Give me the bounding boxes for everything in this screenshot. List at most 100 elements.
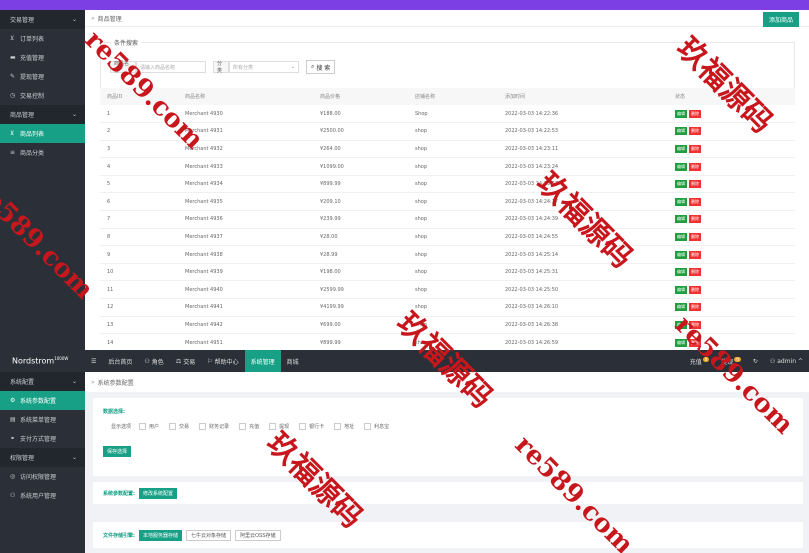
- edit-button[interactable]: 编辑: [675, 303, 687, 312]
- table-cell: ¥1099.00: [313, 157, 408, 176]
- delete-button[interactable]: 删除: [689, 197, 701, 206]
- checkbox[interactable]: [269, 423, 277, 430]
- top-item-5[interactable]: 商品管理 ⌄: [0, 105, 85, 124]
- top-item-4[interactable]: ◷ 交易控制: [0, 86, 85, 105]
- nav-item-4[interactable]: 系统管理: [244, 350, 281, 372]
- display-option[interactable]: 交易: [169, 423, 189, 430]
- table-row: 3 Merchant 4932 ¥264.00 shop 2022-03-03 14:2…: [100, 140, 795, 159]
- checkbox[interactable]: [364, 423, 372, 430]
- edit-button[interactable]: 编辑: [675, 215, 687, 224]
- checkbox[interactable]: [239, 423, 247, 430]
- table-cell: ¥699.00: [313, 316, 408, 335]
- storage-option-button[interactable]: 阿里云OSS存储: [235, 529, 281, 541]
- edit-button[interactable]: 编辑: [675, 127, 687, 136]
- top-item-2[interactable]: ▬ 充值管理: [0, 48, 85, 67]
- save-selection-button[interactable]: 保存选择: [103, 446, 132, 457]
- search-icon: ⌕: [311, 63, 315, 70]
- display-option[interactable]: 充值: [239, 423, 259, 430]
- menu-toggle-icon[interactable]: ☰: [85, 350, 102, 372]
- edit-button[interactable]: 编辑: [675, 320, 687, 329]
- nav-item-2[interactable]: ⚖ 交易: [170, 350, 201, 372]
- refresh-icon[interactable]: ↻: [753, 358, 758, 365]
- edit-button[interactable]: 编辑: [675, 232, 687, 241]
- checkbox[interactable]: [169, 423, 177, 430]
- edit-button[interactable]: 编辑: [675, 162, 687, 171]
- category-select[interactable]: 所有分类 ⌄: [229, 61, 299, 73]
- bottom-item-0[interactable]: 系统配置 ⌄: [0, 372, 85, 391]
- column-header: 商品名称: [178, 88, 313, 105]
- bottom-item-3[interactable]: ⚭ 支付方式管理: [0, 429, 85, 448]
- delete-button[interactable]: 删除: [689, 180, 701, 189]
- top-item-1[interactable]: ⊻ 订单列表: [0, 29, 85, 48]
- chevron-down-icon: ⌄: [71, 16, 77, 23]
- table-cell: 3: [100, 140, 178, 159]
- bottom-item-4[interactable]: 权限管理 ⌄: [0, 448, 85, 467]
- table-cell: 13: [100, 316, 178, 335]
- nav-item-5[interactable]: 商城: [281, 350, 305, 372]
- top-item-3[interactable]: ✎ 提现管理: [0, 67, 85, 86]
- nav-item-0[interactable]: 后台首页: [102, 350, 138, 372]
- checkbox[interactable]: [199, 423, 207, 430]
- name-input[interactable]: 请输入商品名称: [136, 61, 206, 73]
- delete-button[interactable]: 删除: [689, 109, 701, 118]
- edit-button[interactable]: 编辑: [675, 268, 687, 277]
- delete-button[interactable]: 删除: [689, 285, 701, 294]
- edit-button[interactable]: 编辑: [675, 285, 687, 294]
- chevron-down-icon: ⌄: [71, 378, 77, 385]
- sidebar-item-label: 交易管理: [10, 17, 35, 24]
- delete-button[interactable]: 删除: [689, 127, 701, 136]
- storage-option-button[interactable]: 七牛云对象存储: [186, 529, 232, 541]
- display-option[interactable]: 用户: [139, 423, 159, 430]
- display-option[interactable]: 银行卡: [299, 423, 324, 430]
- checkbox[interactable]: [334, 423, 342, 430]
- edit-button[interactable]: 编辑: [675, 197, 687, 206]
- top-item-6[interactable]: ⊻ 商品列表: [0, 124, 85, 143]
- display-options-row: 显示选项 用户 交易 财务记录 充值 提现 银行卡 地址 利息宝: [111, 423, 793, 430]
- delete-button[interactable]: 删除: [689, 250, 701, 259]
- search-button[interactable]: ⌕ 搜 索: [306, 60, 336, 74]
- bottom-item-5[interactable]: ◎ 访问权限管理: [0, 467, 85, 486]
- display-option[interactable]: 利息宝: [364, 423, 389, 430]
- edit-button[interactable]: 编辑: [675, 338, 687, 347]
- menu-icon: ▤: [10, 416, 16, 423]
- table-cell: 7: [100, 210, 178, 229]
- delete-button[interactable]: 删除: [689, 215, 701, 224]
- delete-button[interactable]: 删除: [689, 232, 701, 241]
- delete-button[interactable]: 删除: [689, 268, 701, 277]
- nav-item-1[interactable]: ⚇ 角色: [138, 350, 169, 372]
- display-option[interactable]: 财务记录: [199, 423, 229, 430]
- edit-button[interactable]: 编辑: [675, 180, 687, 189]
- delete-button[interactable]: 删除: [689, 144, 701, 153]
- recharge-link[interactable]: 充值 0: [690, 356, 710, 366]
- nav-icon: ⚖: [175, 357, 182, 365]
- top-item-7[interactable]: ≡ 商品分类: [0, 143, 85, 162]
- edit-button[interactable]: 编辑: [675, 109, 687, 118]
- table-row: 14 Merchant 4951 ¥899.99 shop 2022-03-03 14:…: [100, 333, 795, 352]
- delete-button[interactable]: 删除: [689, 338, 701, 347]
- column-header: 添加时间: [498, 88, 668, 105]
- table-row: 8 Merchant 4937 ¥28.00 shop 2022-03-03 14:24…: [100, 228, 795, 247]
- table-cell: Shop: [408, 105, 498, 124]
- user-menu[interactable]: ⚇ admin ^: [770, 358, 803, 365]
- delete-button[interactable]: 删除: [689, 162, 701, 171]
- delete-button[interactable]: 删除: [689, 303, 701, 312]
- bottom-item-2[interactable]: ▤ 系统菜单管理: [0, 410, 85, 429]
- edit-system-config-button[interactable]: 修改系统配置: [139, 487, 178, 499]
- table-cell: Merchant 4937: [178, 228, 313, 247]
- checkbox[interactable]: [139, 423, 147, 430]
- add-product-button[interactable]: 添加商品: [762, 12, 799, 27]
- nav-item-3[interactable]: ⚐ 帮助中心: [201, 350, 244, 372]
- bottom-item-6[interactable]: ⚇ 系统用户管理: [0, 486, 85, 505]
- edit-button[interactable]: 编辑: [675, 250, 687, 259]
- top-item-0[interactable]: 交易管理 ⌄: [0, 10, 85, 29]
- display-option[interactable]: 地址: [334, 423, 354, 430]
- delete-button[interactable]: 删除: [689, 320, 701, 329]
- edit-button[interactable]: 编辑: [675, 144, 687, 153]
- bottom-item-1[interactable]: ⚙ 系统参数配置: [0, 391, 85, 410]
- name-label: 商品名称: [110, 61, 136, 74]
- storage-option-button[interactable]: 本地服务器存储: [139, 529, 183, 541]
- chevron-up-icon: ^: [797, 357, 803, 365]
- display-option[interactable]: 提现: [269, 423, 289, 430]
- checkbox[interactable]: [299, 423, 307, 430]
- withdraw-link[interactable]: 提现 0: [721, 356, 741, 366]
